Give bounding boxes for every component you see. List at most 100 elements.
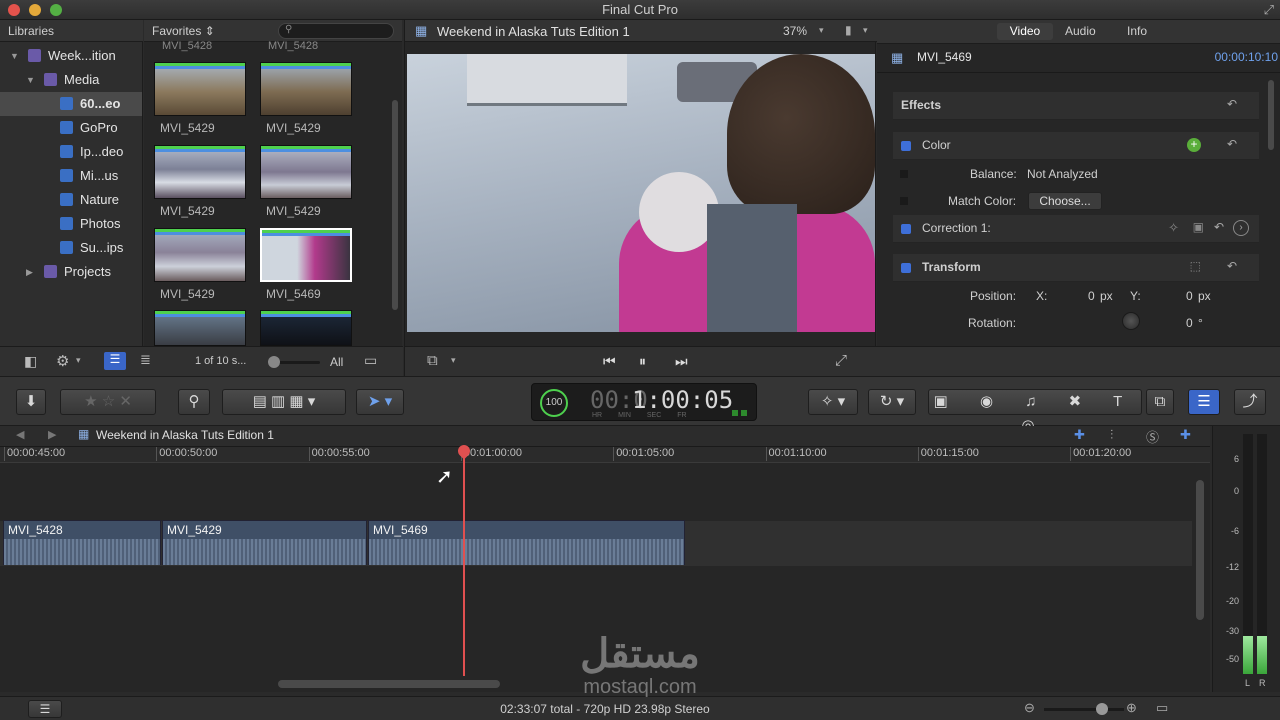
clip-thumbnail[interactable] bbox=[154, 228, 246, 282]
sidebar-item[interactable]: Su...ips bbox=[0, 236, 142, 260]
next-edit-icon[interactable]: ⏭ bbox=[675, 353, 688, 370]
timeline-clip[interactable]: MVI_5428 bbox=[3, 520, 161, 565]
slider-knob[interactable] bbox=[268, 356, 280, 368]
enable-checkbox[interactable] bbox=[901, 224, 911, 234]
back-arrow-icon[interactable]: ◀ bbox=[16, 428, 24, 441]
retime-icon[interactable]: ↻ ▾ bbox=[868, 389, 916, 415]
timeline-clip[interactable]: MVI_5429 bbox=[162, 520, 367, 565]
chevron-right-icon[interactable]: › bbox=[1233, 220, 1249, 236]
clip-thumbnail[interactable] bbox=[260, 62, 352, 116]
balance-checkbox[interactable] bbox=[900, 170, 908, 178]
list-view-icon[interactable]: ≣ bbox=[140, 352, 151, 368]
clip-thumbnail[interactable] bbox=[154, 145, 246, 199]
select-tool-icon[interactable]: ➤ ▾ bbox=[356, 389, 404, 415]
transform-onscreen-icon[interactable]: ⬚ bbox=[1190, 259, 1201, 273]
clip-thumbnail[interactable] bbox=[260, 145, 352, 199]
sidebar-item[interactable]: 60...eo bbox=[0, 92, 142, 116]
enhancements-icon[interactable]: ✧ ▾ bbox=[808, 389, 858, 415]
color-board-icon[interactable]: ▣ bbox=[1193, 220, 1204, 234]
timeline-clip[interactable]: MVI_5469 bbox=[368, 520, 685, 565]
px-unit: px bbox=[1100, 289, 1113, 303]
filmstrip-view-icon[interactable]: ☰ bbox=[104, 352, 126, 370]
position-x-field[interactable]: 0 bbox=[1088, 289, 1095, 303]
balance-value: Not Analyzed bbox=[1027, 167, 1098, 181]
match-color-choose-button[interactable]: Choose... bbox=[1028, 192, 1102, 210]
expand-icon[interactable]: ⤢ bbox=[835, 352, 847, 369]
position-y-field[interactable]: 0 bbox=[1186, 289, 1193, 303]
tab-audio[interactable]: Audio bbox=[1065, 24, 1096, 38]
chevron-down-icon[interactable]: ▾ bbox=[863, 25, 868, 36]
clip-thumbnail[interactable] bbox=[154, 62, 246, 116]
disclosure-open-icon[interactable]: ▼ bbox=[10, 44, 19, 68]
browser-scrollbar[interactable] bbox=[392, 100, 398, 310]
enable-checkbox[interactable] bbox=[901, 263, 911, 273]
sidebar-item[interactable]: ▼ Week...ition bbox=[0, 44, 142, 68]
clip-thumbnail[interactable] bbox=[260, 310, 352, 346]
sidebar-item[interactable]: Mi...us bbox=[0, 164, 142, 188]
previous-edit-icon[interactable]: ⏮ bbox=[603, 353, 616, 370]
enable-checkbox[interactable] bbox=[901, 141, 911, 151]
sidebar-toggle-icon[interactable]: ◧ bbox=[24, 353, 37, 370]
sidebar-item[interactable]: ▼ Media bbox=[0, 68, 142, 92]
reset-icon[interactable]: ↶ bbox=[1214, 220, 1224, 234]
audio-skimming-icon[interactable]: ⫶ bbox=[1110, 427, 1113, 443]
import-media-icon[interactable]: ⬇ bbox=[16, 389, 46, 415]
add-effect-icon[interactable]: + bbox=[1187, 138, 1201, 152]
timeline-area[interactable] bbox=[0, 446, 1210, 692]
edit-buttons[interactable]: ▤ ▥ ▦ ▾ bbox=[222, 389, 346, 415]
sidebar-item[interactable]: Ip...deo bbox=[0, 140, 142, 164]
fullscreen-icon[interactable]: ⤢ bbox=[1264, 2, 1274, 18]
filmstrip-toggle-icon[interactable]: ▭ bbox=[364, 352, 377, 369]
timeline-zoom-slider[interactable] bbox=[1044, 708, 1124, 711]
playhead[interactable] bbox=[463, 446, 465, 676]
favorites-filter[interactable]: Favorites ⇕ bbox=[152, 24, 215, 38]
inspector-toggle-icon[interactable]: ☰ bbox=[1188, 389, 1220, 415]
disclosure-open-icon[interactable]: ▼ bbox=[26, 68, 35, 92]
clip-thumbnail[interactable] bbox=[260, 228, 352, 282]
match-color-checkbox[interactable] bbox=[900, 197, 908, 205]
tab-info[interactable]: Info bbox=[1127, 24, 1147, 38]
inspector-scrollbar[interactable] bbox=[1268, 80, 1274, 150]
rotation-dial[interactable] bbox=[1122, 312, 1140, 330]
rotation-field[interactable]: 0 bbox=[1186, 316, 1193, 330]
show-filter-dropdown[interactable]: All bbox=[330, 355, 343, 369]
timeline-vertical-scrollbar[interactable] bbox=[1196, 480, 1204, 620]
sidebar-item[interactable]: Nature bbox=[0, 188, 142, 212]
clip-thumbnail[interactable] bbox=[154, 310, 246, 346]
zoom-level[interactable]: 37% bbox=[783, 24, 807, 38]
snapping-icon[interactable]: ✚ bbox=[1180, 427, 1191, 443]
solo-icon[interactable]: Ⓢ bbox=[1146, 427, 1159, 446]
share-icon[interactable]: ⤴ bbox=[1234, 389, 1266, 415]
rating-buttons[interactable]: ★ ☆ ✕ bbox=[60, 389, 156, 415]
tab-video[interactable]: Video bbox=[997, 23, 1053, 40]
view-options-icon[interactable]: ▮ bbox=[845, 23, 852, 37]
disclosure-closed-icon[interactable]: ▶ bbox=[26, 260, 33, 284]
pause-icon[interactable]: ⏸ bbox=[639, 353, 646, 370]
skimming-icon[interactable]: ✚ bbox=[1074, 427, 1085, 443]
video-frame[interactable] bbox=[407, 54, 875, 332]
magic-wand-icon[interactable]: ✧ bbox=[1168, 220, 1179, 236]
dashboard[interactable]: 100 00:0 1:00:05 HR MIN SEC FR bbox=[531, 383, 757, 421]
media-browser-buttons[interactable]: ▣ ◉ ♫ ✖ T ◎ bbox=[928, 389, 1142, 434]
chevron-down-icon[interactable]: ▾ bbox=[76, 355, 81, 366]
sidebar-item[interactable]: ▶ Projects bbox=[0, 260, 142, 284]
reset-icon[interactable]: ↶ bbox=[1227, 137, 1237, 151]
clip-appearance-icon[interactable]: ▭ bbox=[1156, 700, 1168, 716]
sidebar-item[interactable]: Photos bbox=[0, 212, 142, 236]
reset-icon[interactable]: ↶ bbox=[1227, 97, 1237, 111]
forward-arrow-icon[interactable]: ▶ bbox=[48, 428, 56, 441]
zoom-out-icon[interactable]: ⊖ bbox=[1024, 700, 1035, 716]
transform-tool-icon[interactable]: ⧉ bbox=[427, 352, 438, 369]
keyword-icon[interactable]: ⚲ bbox=[178, 389, 210, 415]
timeline-horizontal-scrollbar[interactable] bbox=[278, 680, 500, 688]
chevron-down-icon[interactable]: ▾ bbox=[451, 355, 456, 366]
reset-icon[interactable]: ↶ bbox=[1227, 259, 1237, 273]
background-tasks-indicator[interactable]: 100 bbox=[540, 389, 568, 417]
zoom-in-icon[interactable]: ⊕ bbox=[1126, 700, 1137, 716]
browser-search-input[interactable]: ⚲ bbox=[278, 23, 394, 39]
themes-icon[interactable]: ⧉ bbox=[1146, 389, 1174, 415]
chevron-down-icon[interactable]: ▾ bbox=[819, 25, 824, 36]
sidebar-item[interactable]: GoPro bbox=[0, 116, 142, 140]
slider-knob[interactable] bbox=[1096, 703, 1108, 715]
gear-icon[interactable]: ⚙ bbox=[56, 352, 69, 370]
